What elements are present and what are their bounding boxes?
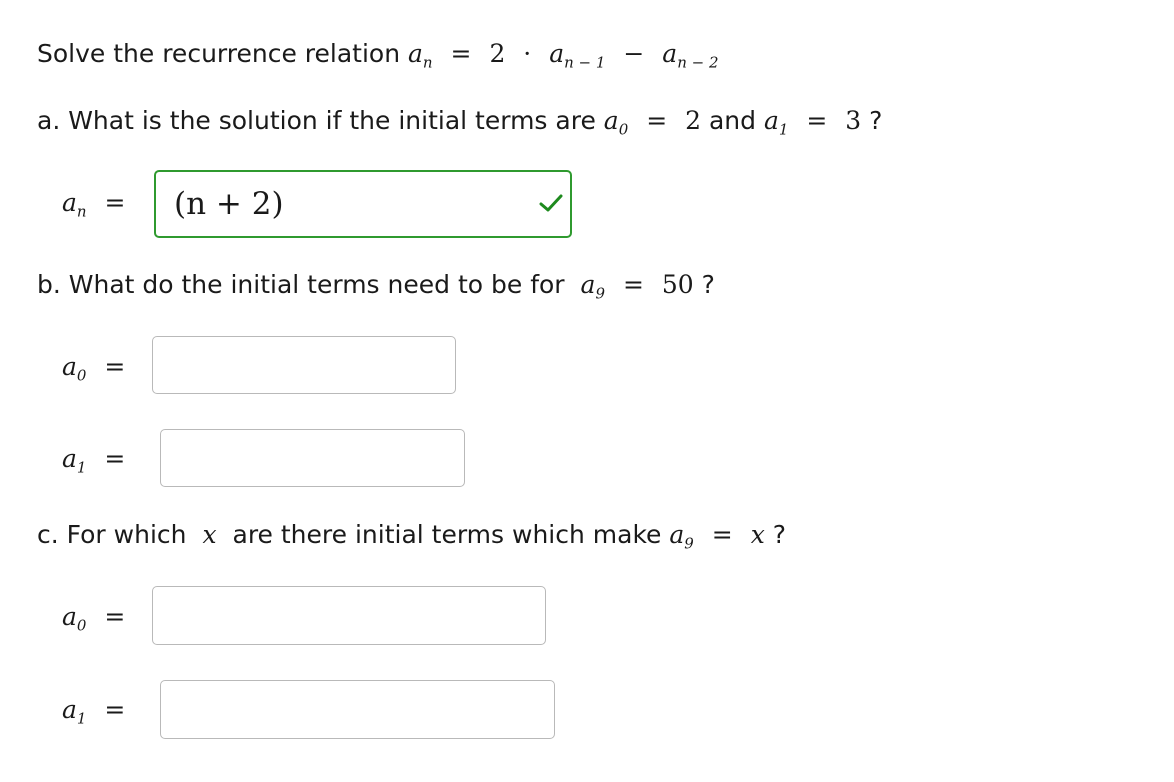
- part-c-question: c. For which x are there initial terms w…: [37, 520, 787, 553]
- part-c-a9: a9: [669, 520, 694, 553]
- part-a-answer-label: an =: [62, 188, 135, 221]
- part-a-text: a. What is the solution if the initial t…: [37, 106, 596, 135]
- part-b-a1-label: a1 =: [62, 444, 135, 477]
- part-b-value: 50: [661, 270, 694, 299]
- part-b-a0-label: a0 =: [62, 352, 135, 385]
- part-b-a9: a9: [580, 270, 605, 303]
- part-c-a0-var: a0: [62, 602, 87, 635]
- part-c-qmark: ?: [772, 520, 787, 549]
- part-b-a1-input[interactable]: [160, 429, 465, 487]
- relation-term2: an − 2: [662, 39, 719, 72]
- relation-dot: ·: [523, 39, 532, 68]
- part-c-a1-equals: =: [104, 695, 126, 724]
- part-b-a0-equals: =: [104, 352, 126, 381]
- part-a-answer-field[interactable]: (n + 2): [154, 170, 572, 238]
- part-a-qmark: ?: [869, 106, 883, 135]
- answer-label-var: an: [62, 188, 87, 221]
- part-a-a1-value: 3: [845, 106, 862, 135]
- part-b-text: b. What do the initial terms need to be …: [37, 270, 565, 299]
- part-c-prefix: c. For which: [37, 520, 187, 549]
- relation-equals: =: [450, 39, 472, 68]
- part-a-question: a. What is the solution if the initial t…: [37, 106, 883, 139]
- part-a-a0: a0: [603, 106, 629, 139]
- relation-coef: 2: [489, 39, 506, 68]
- problem-intro: Solve the recurrence relation: [37, 39, 401, 68]
- part-b-a0-input[interactable]: [152, 336, 456, 394]
- part-c-rhs: x: [750, 520, 765, 549]
- problem-statement: Solve the recurrence relation an = 2 · a…: [37, 39, 719, 72]
- relation-minus: −: [623, 39, 645, 68]
- part-c-a1-var: a1: [62, 695, 87, 728]
- part-b-equals: =: [622, 270, 644, 299]
- part-a-a1-equals: =: [806, 106, 828, 135]
- part-c-a1-label: a1 =: [62, 695, 135, 728]
- part-c-equals: =: [711, 520, 733, 549]
- part-b-qmark: ?: [701, 270, 715, 299]
- part-a-answer-value: (n + 2): [174, 186, 284, 222]
- relation-term1: an − 1: [549, 39, 606, 72]
- relation-lhs: an: [408, 39, 433, 72]
- part-a-a0-equals: =: [646, 106, 668, 135]
- part-b-a1-equals: =: [104, 444, 126, 473]
- part-c-a0-input[interactable]: [152, 586, 546, 645]
- part-c-suffix: are there initial terms which make: [232, 520, 662, 549]
- part-c-x: x: [202, 520, 217, 549]
- check-icon: [539, 194, 563, 212]
- part-a-and: and: [708, 106, 756, 135]
- part-a-a0-value: 2: [685, 106, 701, 135]
- part-c-a0-equals: =: [104, 602, 126, 631]
- part-b-a1-var: a1: [62, 444, 87, 477]
- part-c-a1-input[interactable]: [160, 680, 555, 739]
- part-a-a1: a1: [763, 106, 789, 139]
- part-b-question: b. What do the initial terms need to be …: [37, 270, 715, 303]
- part-b-a0-var: a0: [62, 352, 87, 385]
- answer-label-equals: =: [104, 188, 126, 217]
- part-c-a0-label: a0 =: [62, 602, 135, 635]
